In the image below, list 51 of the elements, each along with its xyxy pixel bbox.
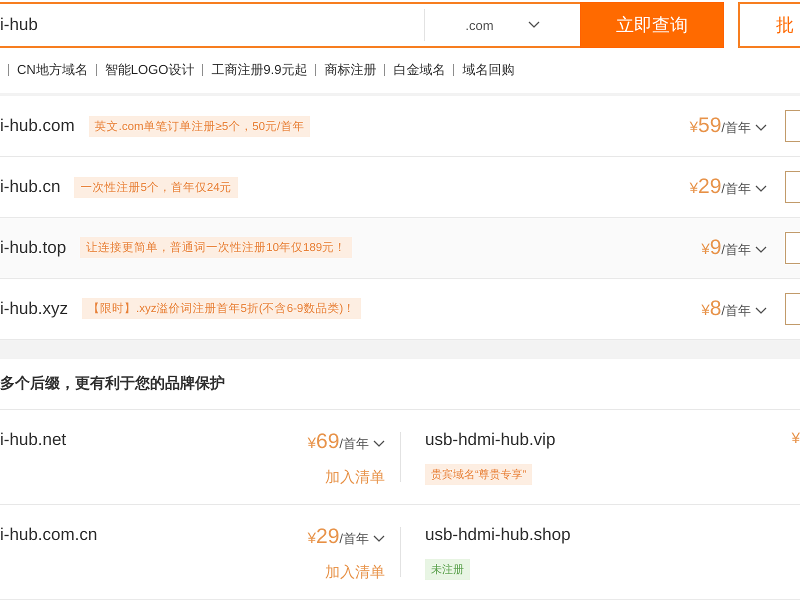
domain-name: i-hub.top — [0, 238, 66, 258]
promo-tag: 让连接更简单，普通词一次性注册10年仅189元！ — [80, 237, 352, 258]
currency-symbol: ¥ — [308, 435, 316, 452]
price-unit: /首年 — [339, 435, 369, 454]
chevron-down-icon[interactable] — [755, 185, 767, 194]
nav-link[interactable]: 智能LOGO设计 — [104, 61, 194, 80]
status-tag: 未注册 — [425, 559, 470, 580]
price: 29 — [698, 175, 722, 200]
chevron-down-icon[interactable] — [528, 21, 540, 30]
chevron-down-icon[interactable] — [755, 124, 767, 132]
checkbox[interactable] — [785, 232, 800, 264]
nav-link[interactable]: 工商注册9.9元起 — [211, 61, 308, 80]
chevron-down-icon[interactable] — [373, 535, 385, 544]
currency-symbol: ¥ — [690, 119, 698, 136]
price: 8 — [710, 296, 722, 321]
checkbox[interactable] — [785, 110, 800, 142]
domain-name: i-hub.xyz — [0, 298, 68, 319]
price: 59 — [698, 114, 722, 138]
currency-symbol: ¥ — [308, 530, 316, 548]
nav-link[interactable]: CN地方域名 — [17, 61, 88, 80]
nav-link[interactable]: 白金域名 — [393, 61, 446, 80]
section-title: 多个后缀，更有利于您的品牌保护 — [0, 358, 800, 410]
price-unit: /首年 — [339, 530, 369, 548]
checkbox[interactable] — [785, 171, 800, 204]
price-unit: /首年 — [721, 240, 751, 259]
chevron-down-icon[interactable] — [373, 440, 385, 448]
promo-tag: 英文.com单笔订单注册≥5个，50元/首年 — [88, 116, 310, 137]
domain-name: i-hub.com — [0, 116, 75, 136]
domain-name: i-hub.cn — [0, 177, 60, 198]
price-unit: /首年 — [721, 119, 751, 138]
currency-symbol: ¥ — [690, 180, 698, 198]
nav-link[interactable]: 商标注册 — [324, 61, 376, 80]
price: 69 — [316, 430, 340, 454]
domain-name: usb-hdmi-hub.shop — [425, 525, 571, 546]
nav-link[interactable]: 域名回购 — [462, 61, 514, 80]
price-unit: /首年 — [721, 180, 751, 198]
domain-name: usb-hdmi-hub.vip — [425, 430, 556, 450]
price-unit: /首年 — [721, 302, 751, 320]
price: 29 — [316, 525, 340, 550]
currency-symbol: ¥ — [701, 302, 710, 319]
checkbox[interactable] — [785, 292, 800, 325]
chevron-down-icon[interactable] — [755, 306, 767, 315]
currency-symbol: ¥ — [792, 430, 800, 448]
currency-symbol: ¥ — [701, 240, 710, 258]
domain-name: i-hub.com.cn — [0, 525, 98, 546]
promo-tag: 【限时】.xyz溢价词注册首年5折(不含6-9数品类)！ — [82, 298, 362, 320]
domain-name: i-hub.net — [0, 430, 66, 450]
promo-tag: 贵宾域名“尊贵专享” — [425, 464, 532, 486]
price: 9 — [710, 236, 722, 260]
promo-tag: 一次性注册5个，首年仅24元 — [74, 176, 238, 198]
chevron-down-icon[interactable] — [755, 246, 767, 254]
